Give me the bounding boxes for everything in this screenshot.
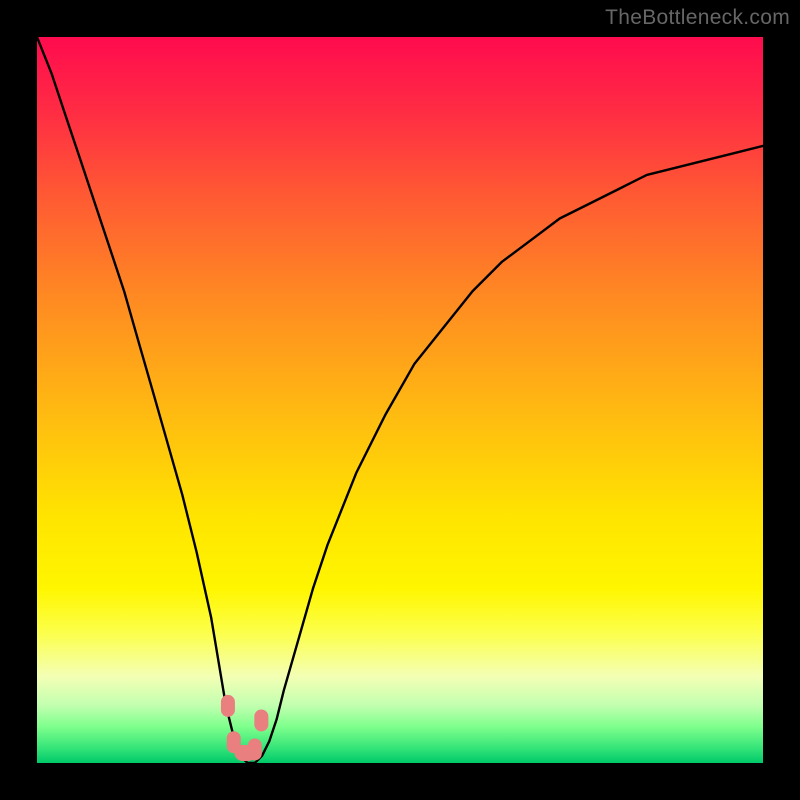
gradient-plot-area	[37, 37, 763, 763]
watermark-text: TheBottleneck.com	[605, 6, 790, 30]
minimum-markers	[221, 695, 268, 761]
curve-svg	[37, 37, 763, 763]
chart-frame: TheBottleneck.com	[0, 0, 800, 800]
bottleneck-curve	[37, 37, 763, 763]
